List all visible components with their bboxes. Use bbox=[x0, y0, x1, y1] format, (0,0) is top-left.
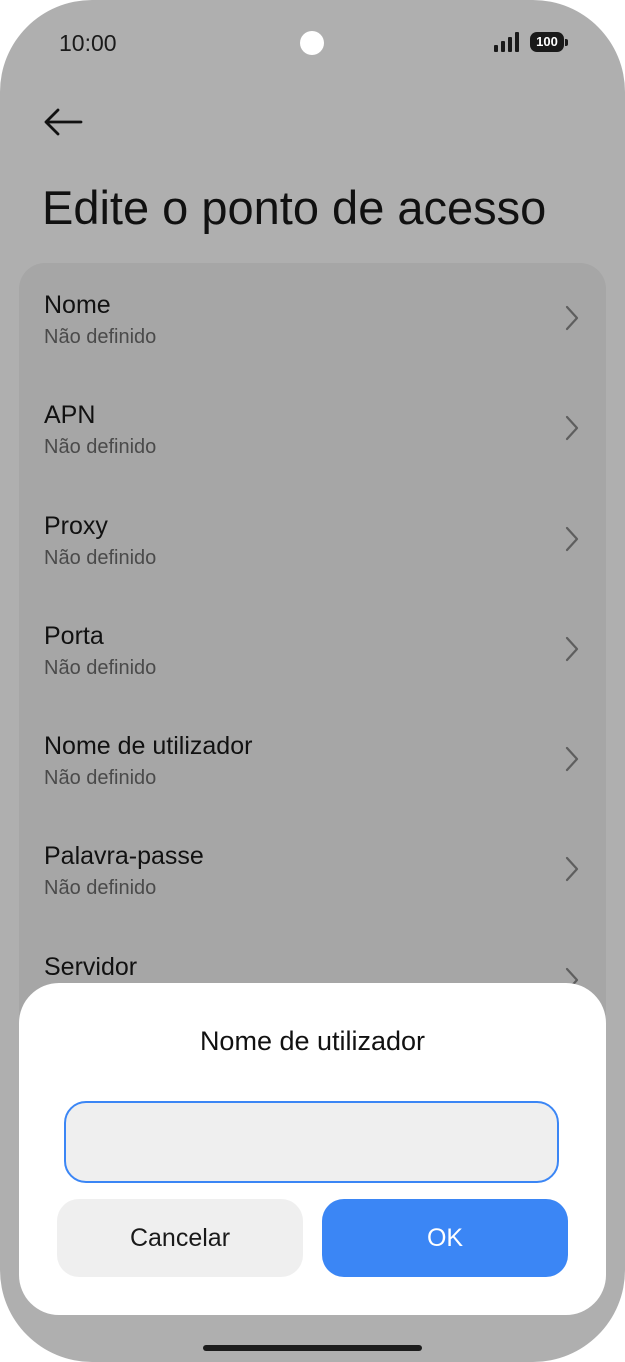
username-dialog: Nome de utilizador Cancelar OK bbox=[19, 983, 606, 1315]
settings-item-porta[interactable]: Porta Não definido bbox=[19, 594, 606, 704]
settings-item-apn[interactable]: APN Não definido bbox=[19, 373, 606, 483]
settings-item-title: APN bbox=[44, 401, 96, 430]
settings-item-nome[interactable]: Nome Não definido bbox=[19, 263, 606, 373]
chevron-right-icon bbox=[565, 747, 579, 772]
settings-item-nome-de-utilizador[interactable]: Nome de utilizador Não definido bbox=[19, 704, 606, 814]
chevron-right-icon bbox=[565, 526, 579, 551]
settings-item-title: Nome de utilizador bbox=[44, 732, 253, 761]
settings-item-proxy[interactable]: Proxy Não definido bbox=[19, 484, 606, 594]
battery-icon: 100 bbox=[530, 32, 568, 52]
status-bar: 10:00 100 bbox=[0, 0, 625, 86]
chevron-right-icon bbox=[565, 636, 579, 661]
settings-item-palavra-passe[interactable]: Palavra-passe Não definido bbox=[19, 814, 606, 924]
settings-item-value: Não definido bbox=[44, 767, 157, 790]
settings-item-value: Não definido bbox=[44, 436, 157, 459]
front-camera-icon bbox=[300, 31, 324, 55]
status-time: 10:00 bbox=[59, 30, 117, 56]
chevron-right-icon bbox=[565, 857, 579, 882]
phone-screen: 10:00 100 Edite o ponto de acesso Nome N… bbox=[0, 0, 625, 1362]
settings-item-value: Não definido bbox=[44, 326, 157, 348]
settings-item-value: Não definido bbox=[44, 877, 157, 900]
signal-icon bbox=[494, 32, 519, 52]
username-input[interactable] bbox=[64, 1101, 559, 1183]
chevron-right-icon bbox=[565, 305, 579, 331]
ok-button[interactable]: OK bbox=[322, 1199, 568, 1277]
settings-list: Nome Não definido APN Não definido Proxy… bbox=[19, 263, 606, 1063]
settings-item-title: Porta bbox=[44, 621, 104, 650]
dialog-title: Nome de utilizador bbox=[199, 1026, 426, 1056]
settings-item-title: Palavra-passe bbox=[44, 842, 204, 871]
page-title: Edite o ponto de acesso bbox=[42, 181, 547, 234]
chevron-right-icon bbox=[565, 416, 579, 441]
settings-item-value: Não definido bbox=[44, 546, 157, 569]
cancel-button[interactable]: Cancelar bbox=[57, 1199, 303, 1277]
back-button[interactable] bbox=[36, 100, 90, 144]
settings-item-title: Proxy bbox=[44, 511, 108, 540]
settings-item-title: Nome bbox=[44, 291, 111, 319]
settings-item-title: Servidor bbox=[44, 952, 138, 981]
home-indicator[interactable] bbox=[203, 1345, 422, 1351]
settings-item-value: Não definido bbox=[44, 656, 157, 679]
arrow-left-icon bbox=[44, 108, 83, 136]
